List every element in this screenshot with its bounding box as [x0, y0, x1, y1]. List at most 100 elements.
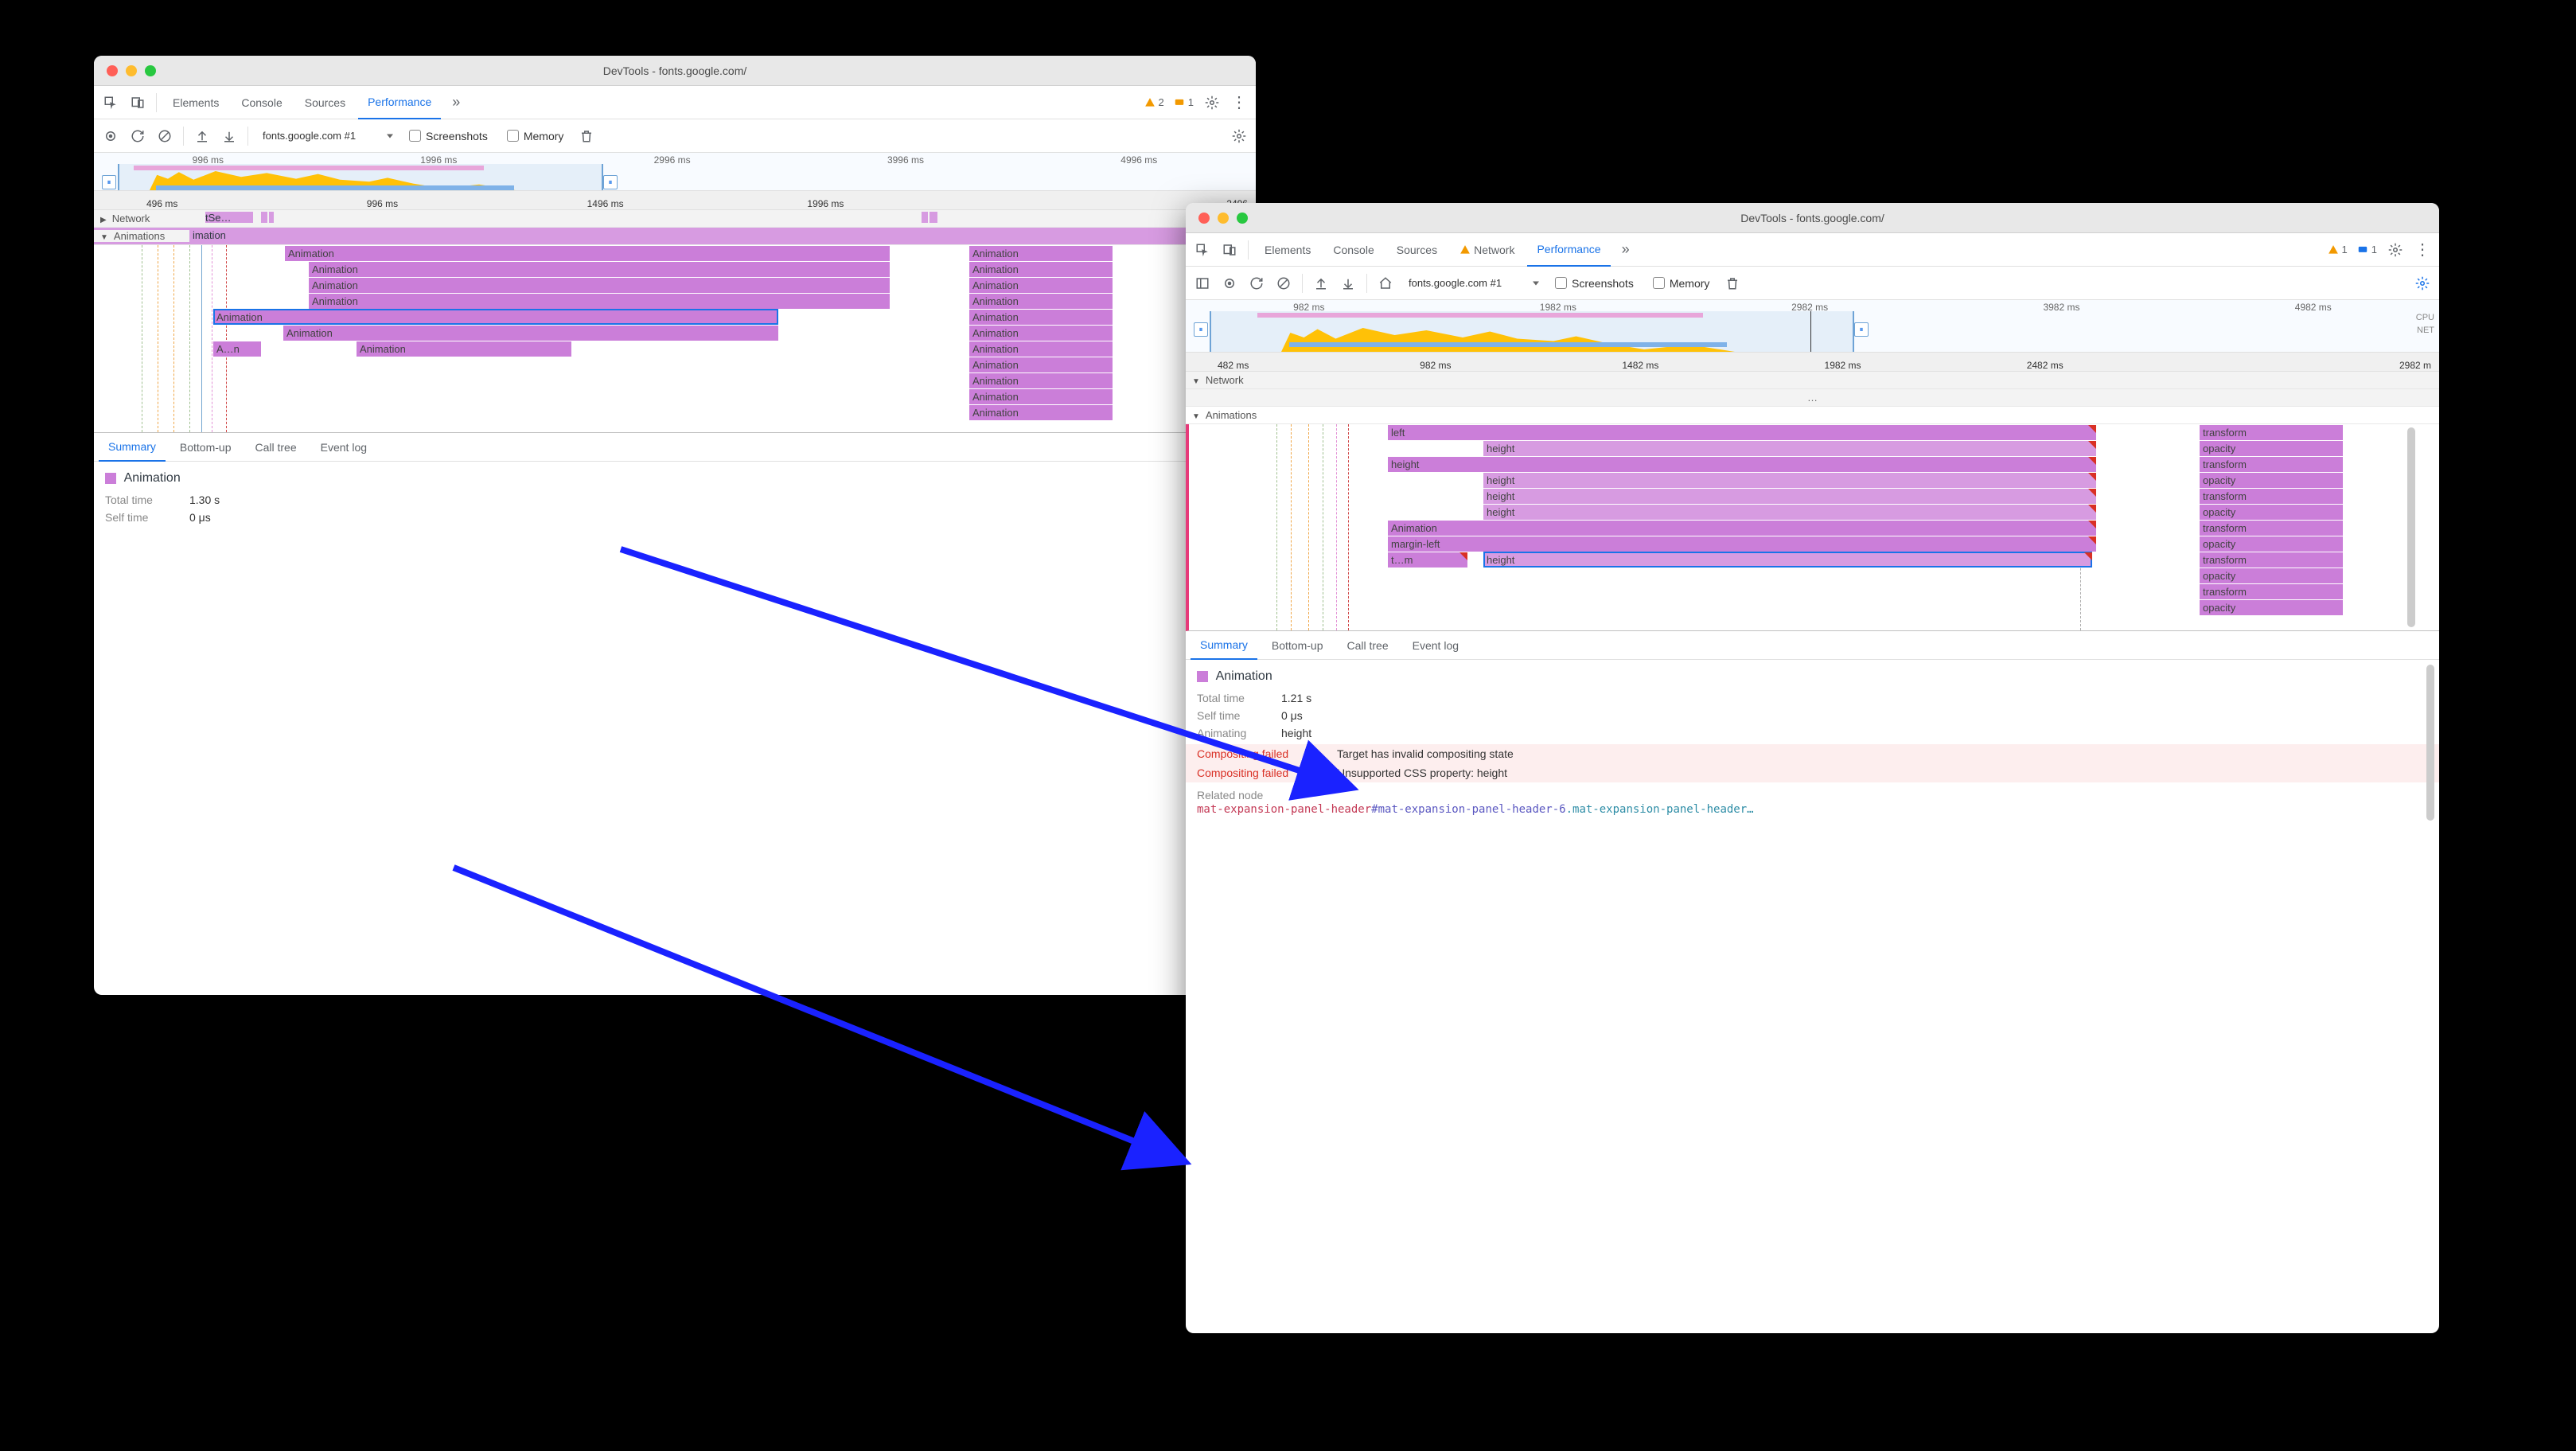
tab-sources[interactable]: Sources: [295, 86, 355, 119]
kebab-menu-icon[interactable]: ⋮: [1227, 91, 1251, 115]
zoom-window-button[interactable]: [1237, 213, 1248, 224]
warnings-counter[interactable]: 2: [1141, 96, 1167, 108]
flame-block[interactable]: opacity: [2200, 472, 2343, 488]
tab-elements[interactable]: Elements: [163, 86, 228, 119]
session-dropdown[interactable]: fonts.google.com #1: [1401, 272, 1544, 294]
flame-block[interactable]: transform: [2200, 488, 2343, 504]
time-ruler[interactable]: 482 ms 982 ms 1482 ms 1982 ms 2482 ms 29…: [1186, 353, 2439, 372]
upload-icon[interactable]: [190, 124, 214, 148]
flame-block[interactable]: Animation: [969, 293, 1113, 309]
flame-block[interactable]: Animation: [969, 325, 1113, 341]
flame-scrollbar[interactable]: [2407, 427, 2415, 627]
messages-counter[interactable]: 1: [2354, 244, 2380, 255]
flame-block[interactable]: Animation: [969, 261, 1113, 277]
flame-block[interactable]: Animation: [969, 245, 1113, 261]
flame-block[interactable]: height: [1483, 488, 2096, 504]
flame-block[interactable]: height: [1483, 504, 2096, 520]
flame-block[interactable]: Animation: [969, 357, 1113, 373]
download-icon[interactable]: [1336, 271, 1360, 295]
related-node-link[interactable]: mat-expansion-panel-header#mat-expansion…: [1197, 803, 2428, 816]
flame-block[interactable]: opacity: [2200, 504, 2343, 520]
screenshots-checkbox[interactable]: Screenshots: [1555, 277, 1634, 290]
home-icon[interactable]: [1374, 271, 1397, 295]
time-ruler[interactable]: 496 ms 996 ms 1496 ms 1996 ms 2496: [94, 191, 1256, 210]
tab-elements[interactable]: Elements: [1255, 233, 1320, 267]
more-tabs-button[interactable]: »: [1614, 238, 1638, 262]
device-toggle-icon[interactable]: [126, 91, 150, 115]
flame-block[interactable]: Animation: [969, 388, 1113, 404]
tab-sources[interactable]: Sources: [1387, 233, 1447, 267]
screenshots-checkbox[interactable]: Screenshots: [409, 130, 488, 142]
reload-record-button[interactable]: [126, 124, 150, 148]
sidebar-toggle-icon[interactable]: [1191, 271, 1214, 295]
flame-block[interactable]: left: [1388, 424, 2096, 440]
flame-block[interactable]: transform: [2200, 456, 2343, 472]
flame-block[interactable]: Animation: [969, 404, 1113, 420]
flame-block[interactable]: opacity: [2200, 599, 2343, 615]
memory-checkbox[interactable]: Memory: [507, 130, 564, 142]
flame-block[interactable]: opacity: [2200, 568, 2343, 583]
flame-block[interactable]: Animation: [969, 373, 1113, 388]
flame-block[interactable]: transform: [2200, 520, 2343, 536]
network-segment[interactable]: tSe…: [205, 212, 253, 223]
detail-tab-eventlog[interactable]: Event log: [1403, 631, 1468, 660]
close-window-button[interactable]: [1198, 213, 1210, 224]
warnings-counter[interactable]: 1: [2325, 244, 2351, 255]
settings-icon[interactable]: [1200, 91, 1224, 115]
network-track-header[interactable]: Network: [94, 213, 189, 224]
flame-block[interactable]: margin-left: [1388, 536, 2096, 552]
tab-performance[interactable]: Performance: [1527, 233, 1610, 267]
flame-block[interactable]: A…n: [213, 341, 261, 357]
overview-timeline[interactable]: 996 ms 1996 ms 2996 ms 3996 ms 4996 ms: [94, 153, 1256, 191]
tab-network[interactable]: Network: [1450, 233, 1524, 267]
upload-icon[interactable]: [1309, 271, 1333, 295]
summary-scrollbar[interactable]: [2426, 665, 2434, 821]
overview-timeline[interactable]: 982 ms 1982 ms 2982 ms 3982 ms 4982 ms C…: [1186, 300, 2439, 353]
clear-button[interactable]: [153, 124, 177, 148]
tab-console[interactable]: Console: [232, 86, 291, 119]
animations-track-header[interactable]: Animations imation: [94, 228, 1256, 245]
flame-block[interactable]: Animation: [285, 245, 890, 261]
device-toggle-icon[interactable]: [1218, 238, 1241, 262]
flame-block[interactable]: opacity: [2200, 536, 2343, 552]
flame-block[interactable]: height: [1388, 456, 2096, 472]
minimize-window-button[interactable]: [1218, 213, 1229, 224]
session-dropdown[interactable]: fonts.google.com #1: [255, 125, 398, 147]
flame-block[interactable]: transform: [2200, 552, 2343, 568]
flame-block[interactable]: Animation: [283, 325, 778, 341]
inspect-icon[interactable]: [99, 91, 123, 115]
network-track[interactable]: Network: [1186, 372, 2439, 389]
detail-tab-bottomup[interactable]: Bottom-up: [170, 433, 241, 462]
animations-track-header[interactable]: Animations: [1186, 407, 2439, 424]
flame-block[interactable]: Animation: [969, 341, 1113, 357]
flame-block[interactable]: t…m: [1388, 552, 1467, 568]
reload-record-button[interactable]: [1245, 271, 1269, 295]
gc-icon[interactable]: [575, 124, 598, 148]
flame-block[interactable]: height: [1483, 552, 2092, 568]
detail-tab-summary[interactable]: Summary: [1191, 631, 1257, 660]
messages-counter[interactable]: 1: [1171, 96, 1197, 108]
flame-block[interactable]: transform: [2200, 424, 2343, 440]
flame-block[interactable]: transform: [2200, 583, 2343, 599]
zoom-window-button[interactable]: [145, 65, 156, 76]
detail-tab-summary[interactable]: Summary: [99, 433, 166, 462]
flame-block[interactable]: opacity: [2200, 440, 2343, 456]
memory-checkbox[interactable]: Memory: [1653, 277, 1710, 290]
flame-block[interactable]: Animation: [969, 309, 1113, 325]
detail-tab-calltree[interactable]: Call tree: [1338, 631, 1398, 660]
flame-block[interactable]: Animation: [309, 293, 890, 309]
flame-block[interactable]: height: [1483, 472, 2096, 488]
flame-block[interactable]: Animation: [309, 277, 890, 293]
flame-block[interactable]: Animation: [357, 341, 571, 357]
flame-block[interactable]: Animation: [213, 309, 778, 325]
inspect-icon[interactable]: [1191, 238, 1214, 262]
minimize-window-button[interactable]: [126, 65, 137, 76]
close-window-button[interactable]: [107, 65, 118, 76]
perf-settings-icon[interactable]: [2410, 271, 2434, 295]
settings-icon[interactable]: [2383, 238, 2407, 262]
kebab-menu-icon[interactable]: ⋮: [2410, 238, 2434, 262]
detail-tab-eventlog[interactable]: Event log: [311, 433, 376, 462]
flame-chart[interactable]: AnimationAnimationAnimationAnimationAnim…: [94, 245, 1256, 433]
detail-tab-calltree[interactable]: Call tree: [246, 433, 306, 462]
collapsed-track[interactable]: …: [1186, 389, 2439, 407]
